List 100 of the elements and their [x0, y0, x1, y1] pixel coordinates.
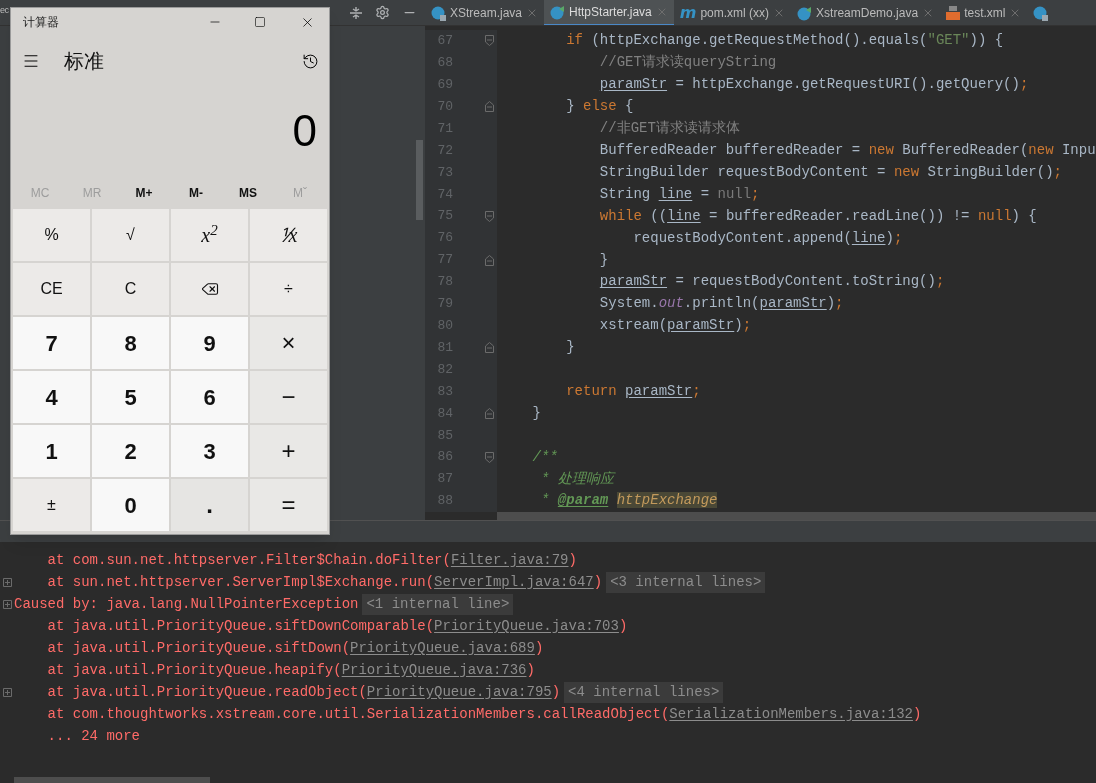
editor-tab[interactable]: XStream.java	[425, 0, 545, 25]
backspace-icon	[200, 280, 219, 298]
code-line: String line = null;	[598, 184, 760, 204]
editor-tab[interactable]: test.xml	[940, 0, 1028, 25]
calculator-key[interactable]: 3	[171, 425, 248, 477]
memory-button[interactable]: MS	[222, 183, 274, 202]
source-link[interactable]: Filter.java:79	[450, 549, 569, 571]
code-line: paramStr = requestBodyContent.toString();	[598, 272, 945, 292]
source-link[interactable]: ServerImpl.java:647	[434, 571, 594, 593]
scrollbar-thumb[interactable]	[416, 140, 423, 220]
stack-trace-text: ... 24 more	[46, 726, 141, 746]
editor-tab[interactable]: HttpStarter.java	[544, 0, 674, 25]
history-icon[interactable]	[302, 52, 319, 70]
code-line: }	[565, 338, 575, 358]
expand-icon[interactable]	[2, 687, 12, 697]
calculator-key[interactable]: 8	[92, 317, 169, 369]
expand-icon[interactable]	[2, 577, 12, 587]
fold-marker-icon[interactable]	[485, 210, 494, 222]
class-lock-icon	[431, 5, 446, 21]
stack-trace-text: at sun.net.httpserver.ServerImpl$Exchange.run(	[46, 572, 435, 592]
class-lock-icon	[1033, 5, 1049, 21]
calculator-key[interactable]: =	[250, 479, 327, 531]
window-title: 计算器	[23, 14, 59, 31]
stack-trace-text: at java.util.PriorityQueue.readObject(	[46, 682, 367, 702]
code-line: BufferedReader bufferedReader = new BufferedReader(new Inpu	[598, 141, 1096, 160]
code-line: } else {	[565, 97, 634, 117]
calculator-key[interactable]: 0	[92, 479, 169, 531]
stack-trace-text: )	[534, 638, 544, 658]
source-link[interactable]: PriorityQueue.java:795	[366, 681, 552, 703]
fold-marker-icon[interactable]	[485, 35, 494, 47]
menu-icon[interactable]	[22, 52, 40, 70]
calculator-key[interactable]: 5	[92, 371, 169, 423]
maximize-icon[interactable]	[254, 16, 266, 28]
stack-trace-text: at com.thoughtworks.xstream.core.util.SerializationMembers.callReadObject(	[46, 704, 670, 724]
code-line: * @param httpExchange	[540, 491, 718, 511]
source-link[interactable]: PriorityQueue.java:689	[350, 637, 535, 659]
calculator-key[interactable]: ⅟x	[250, 209, 327, 261]
source-link[interactable]: PriorityQueue.java:736	[341, 659, 527, 681]
source-link[interactable]: PriorityQueue.java:703	[434, 615, 619, 637]
calculator-key[interactable]: 1	[13, 425, 90, 477]
mode-title: 标准	[64, 49, 104, 74]
fold-marker-icon[interactable]	[485, 254, 494, 266]
stack-trace-text: )	[568, 550, 577, 570]
collapse-icon[interactable]	[349, 5, 363, 20]
code-line: StringBuilder requestBodyContent = new StringBuilder();	[598, 162, 1062, 182]
calculator-key[interactable]: +	[250, 425, 327, 477]
memory-button[interactable]: M+	[118, 183, 170, 202]
editor-tab[interactable]: m pom.xml (xx)	[673, 0, 792, 25]
fold-marker-icon[interactable]	[485, 407, 494, 419]
stack-trace-text: at java.util.PriorityQueue.siftDownComparable(	[46, 616, 435, 636]
calculator-key[interactable]: CE	[13, 263, 90, 315]
horizontal-scrollbar[interactable]	[14, 777, 210, 783]
stack-trace-text: at java.util.PriorityQueue.siftDown(	[46, 638, 351, 658]
stack-trace-text: at com.sun.net.httpserver.Filter$Chain.doFilter(	[46, 550, 451, 570]
code-line: paramStr = httpExchange.getRequestURI().getQuery();	[598, 75, 1029, 95]
code-line: //GET请求读queryString	[598, 53, 777, 73]
calculator-key[interactable]: ×	[250, 317, 327, 369]
code-line: return paramStr;	[565, 381, 701, 401]
backspace-key[interactable]	[171, 263, 248, 315]
source-link[interactable]: SerializationMembers.java:132	[669, 703, 913, 725]
stack-trace-text: )	[551, 682, 561, 702]
code-line: while ((line = bufferedReader.readLine()) != null) {	[598, 206, 1037, 226]
calculator-key[interactable]: ±	[13, 479, 90, 531]
horizontal-scrollbar[interactable]	[497, 512, 1096, 520]
fold-marker-icon[interactable]	[485, 342, 494, 354]
settings-icon[interactable]	[375, 5, 390, 20]
calculator-key[interactable]: ÷	[250, 263, 327, 315]
fold-marker-icon[interactable]	[485, 101, 494, 113]
calculator-key[interactable]: 7	[13, 317, 90, 369]
display-value: 0	[292, 105, 317, 157]
stack-trace-text: Caused by: java.lang.NullPointerException	[14, 594, 359, 614]
calculator-key[interactable]: 9	[171, 317, 248, 369]
expand-icon[interactable]	[2, 599, 12, 609]
editor-tab[interactable]: XstreamDemo.java	[791, 0, 941, 25]
code-line: xstream(paramStr);	[598, 316, 752, 336]
code-line: requestBodyContent.append(line);	[632, 228, 903, 248]
stack-trace-text: )	[526, 660, 535, 680]
calculator-key[interactable]: 6	[171, 371, 248, 423]
stack-trace-text: )	[618, 616, 628, 636]
calculator-key[interactable]: x$^{2}$	[171, 209, 248, 261]
code-line: * 处理响应	[540, 469, 614, 489]
calculator-key[interactable]: −	[250, 371, 327, 423]
code-line: /**	[531, 447, 558, 467]
class-run-icon	[797, 5, 813, 21]
calculator-key[interactable]: C	[92, 263, 169, 315]
calculator-key[interactable]: .	[171, 479, 248, 531]
calculator-key[interactable]: %	[13, 209, 90, 261]
stack-trace-text: at java.util.PriorityQueue.heapify(	[46, 660, 342, 680]
stack-trace-text: )	[593, 572, 603, 592]
code-line: }	[531, 403, 541, 423]
code-line: if (httpExchange.getRequestMethod().equals("GET")) {	[565, 31, 1004, 51]
fold-marker-icon[interactable]	[485, 451, 494, 463]
memory-button[interactable]: M-	[170, 183, 222, 202]
calculator-key[interactable]: 2	[92, 425, 169, 477]
class-run-icon	[550, 4, 566, 20]
calculator-key[interactable]: √	[92, 209, 169, 261]
code-line: }	[598, 250, 609, 270]
code-line: System.out.println(paramStr);	[598, 294, 844, 314]
xml-file-icon	[946, 6, 961, 20]
calculator-key[interactable]: 4	[13, 371, 90, 423]
